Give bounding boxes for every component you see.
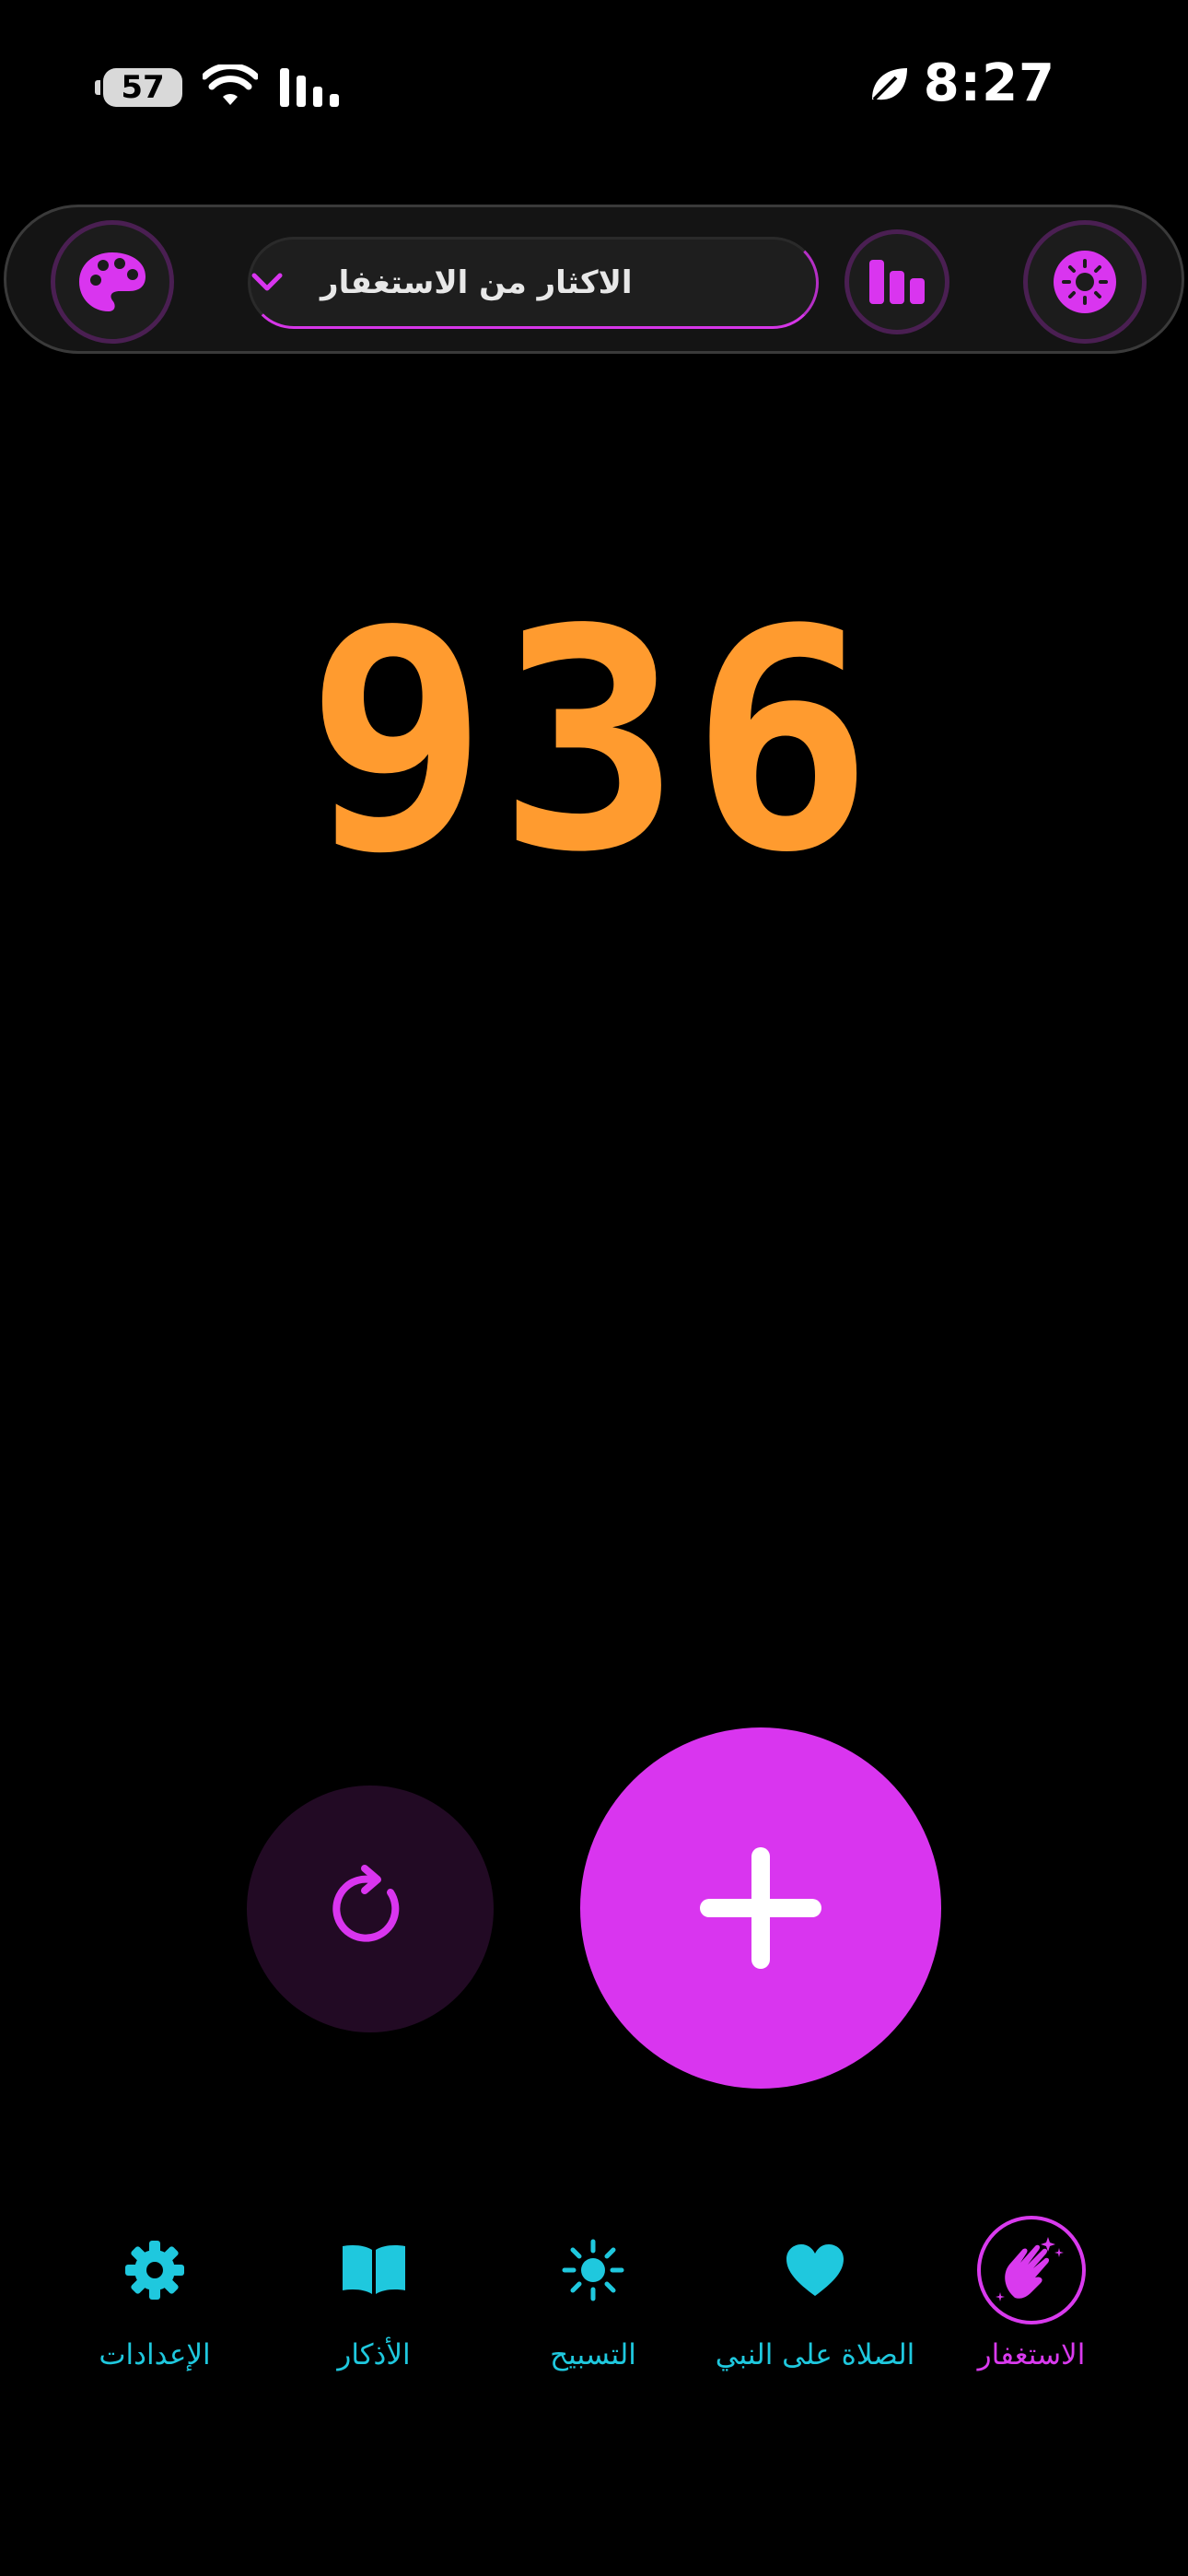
signal-icon xyxy=(280,68,339,107)
nav-label: الاستغفار xyxy=(977,2338,1086,2371)
chevron-down-icon xyxy=(251,273,283,291)
brightness-icon xyxy=(1054,251,1116,313)
reset-button[interactable] xyxy=(247,1786,494,2032)
status-bar: 57 8:27 xyxy=(0,0,1188,175)
nav-label: التسبيح xyxy=(550,2338,636,2371)
dropdown-label: الاكثار من الاستغفار xyxy=(320,264,633,301)
sun-icon xyxy=(562,2239,624,2301)
nav-item-salat[interactable]: الصلاة على النبي xyxy=(705,2211,926,2371)
heart-icon xyxy=(786,2244,844,2296)
increment-button[interactable] xyxy=(580,1727,941,2089)
wifi-icon xyxy=(203,64,258,105)
bar-chart-icon xyxy=(869,260,925,304)
statistics-button[interactable] xyxy=(844,229,949,334)
nav-label: الإعدادات xyxy=(99,2338,211,2371)
book-icon xyxy=(343,2245,405,2294)
plus-icon xyxy=(700,1847,821,1969)
nav-item-settings[interactable]: الإعدادات xyxy=(44,2211,265,2371)
bottom-nav: الاستغفار الصلاة على النبي التسبيح الأذك… xyxy=(0,2211,1188,2414)
nav-item-adhkar[interactable]: الأذكار xyxy=(263,2211,484,2371)
nav-label: الأذكار xyxy=(337,2338,411,2371)
top-toolbar: الاكثار من الاستغفار xyxy=(4,205,1184,354)
leaf-icon xyxy=(871,67,907,100)
counter-display: 936 xyxy=(305,565,883,919)
clock: 8:27 xyxy=(923,53,1055,113)
battery-indicator: 57 xyxy=(95,68,182,107)
battery-level: 57 xyxy=(121,69,165,106)
nav-item-tasbih[interactable]: التسبيح xyxy=(483,2211,704,2371)
palette-icon xyxy=(79,252,146,311)
gear-icon xyxy=(125,2241,184,2300)
nav-label: الصلاة على النبي xyxy=(715,2338,915,2371)
refresh-icon xyxy=(332,1865,400,1942)
theme-button[interactable] xyxy=(51,220,174,344)
active-indicator xyxy=(977,2216,1086,2324)
brightness-button[interactable] xyxy=(1023,220,1147,344)
dhikr-dropdown[interactable]: الاكثار من الاستغفار xyxy=(248,237,819,329)
nav-item-istighfar[interactable]: الاستغفار xyxy=(921,2211,1142,2371)
clapping-hands-icon xyxy=(996,2237,1064,2301)
